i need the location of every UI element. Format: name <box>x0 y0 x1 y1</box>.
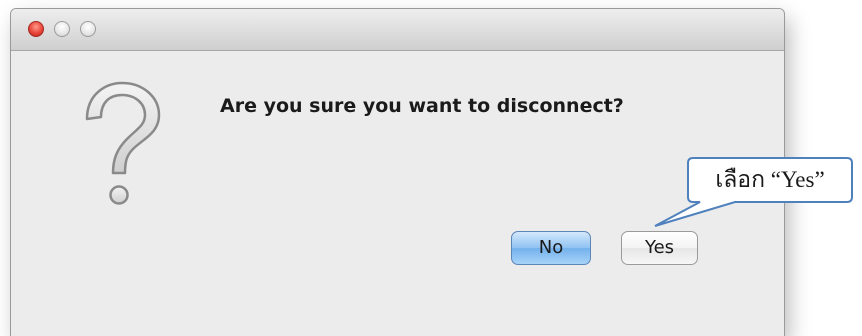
dialog-content: Are you sure you want to disconnect? No … <box>11 51 784 336</box>
title-bar[interactable] <box>11 9 784 51</box>
minimize-icon[interactable] <box>54 21 70 37</box>
yes-button[interactable]: Yes <box>621 231 698 265</box>
confirm-message: Are you sure you want to disconnect? <box>220 95 624 117</box>
screenshot: Are you sure you want to disconnect? No … <box>0 0 862 336</box>
dialog-window: Are you sure you want to disconnect? No … <box>10 8 785 336</box>
callout-text: เลือก “Yes” <box>715 167 825 192</box>
question-mark-icon <box>85 81 161 205</box>
no-button[interactable]: No <box>511 231 591 265</box>
close-icon[interactable] <box>28 21 44 37</box>
zoom-icon[interactable] <box>80 21 96 37</box>
